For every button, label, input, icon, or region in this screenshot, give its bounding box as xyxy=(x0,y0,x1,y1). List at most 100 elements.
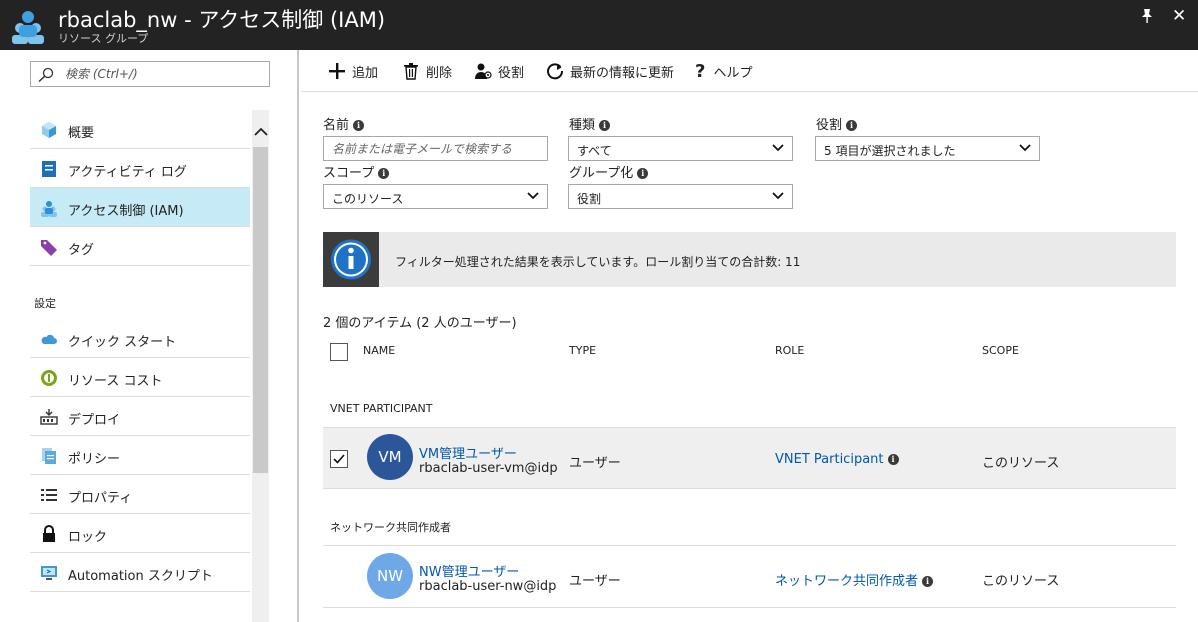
cost-icon xyxy=(41,370,57,386)
name-filter-label: 名前 i xyxy=(323,114,365,133)
nav-scrollbar-thumb[interactable] xyxy=(253,147,268,473)
info-banner: フィルター処理された結果を表示しています。ロール割り当ての合計数: 11 xyxy=(323,232,1176,287)
column-header-role[interactable]: ROLE xyxy=(775,344,804,357)
sidebar-item-automation-script[interactable]: Automation スクリプト xyxy=(30,553,250,592)
info-banner-icon-area xyxy=(323,232,379,287)
sidebar-item-label: アクセス制御 (IAM) xyxy=(68,204,184,219)
scope-value: このリソース xyxy=(982,574,1060,589)
row-checkbox[interactable] xyxy=(330,450,348,468)
column-header-type[interactable]: TYPE xyxy=(569,344,596,357)
sidebar-item-label: ポリシー xyxy=(68,452,121,467)
role-link[interactable]: ネットワーク共同作成者 i xyxy=(775,570,934,589)
info-icon: i xyxy=(887,454,899,465)
info-circle-icon xyxy=(331,239,371,280)
sidebar-item-resource-cost[interactable]: リソース コスト xyxy=(30,358,250,397)
cloud-icon xyxy=(41,334,57,344)
add-button[interactable]: 追加 xyxy=(328,60,378,82)
user-type: ユーザー xyxy=(569,574,621,589)
avatar: NW xyxy=(367,553,413,599)
policy-icon xyxy=(42,448,56,464)
info-icon: i xyxy=(846,120,858,131)
sidebar-item-access-control[interactable]: アクセス制御 (IAM) xyxy=(30,188,250,227)
page-subtitle: リソース グループ xyxy=(58,32,149,45)
sidebar-item-label: デプロイ xyxy=(68,413,121,428)
role-link[interactable]: VNET Participant i xyxy=(775,452,899,467)
roles-button[interactable]: 役割 xyxy=(474,60,524,82)
info-icon: i xyxy=(637,168,649,179)
plus-icon xyxy=(329,63,345,79)
sidebar-item-lock[interactable]: ロック xyxy=(30,514,250,553)
sidebar-item-policy[interactable]: ポリシー xyxy=(30,436,250,475)
column-header-name[interactable]: NAME xyxy=(363,344,395,357)
sidebar-item-label: タグ xyxy=(68,243,95,258)
type-dropdown[interactable]: すべて xyxy=(568,136,793,161)
scope-filter-label: スコープ i xyxy=(323,162,390,181)
info-banner-text: フィルター処理された結果を表示しています。ロール割り当ての合計数: 11 xyxy=(395,255,801,269)
search-box[interactable] xyxy=(30,61,270,87)
sidebar-item-label: クイック スタート xyxy=(68,335,177,350)
search-input[interactable] xyxy=(65,65,265,83)
chevron-down-icon xyxy=(527,192,539,200)
search-icon xyxy=(38,67,54,83)
add-label: 追加 xyxy=(352,65,379,81)
group-dropdown[interactable]: 役割 xyxy=(568,184,793,209)
sidebar-item-label: 概要 xyxy=(68,126,95,141)
table-row[interactable]: NW NW管理ユーザー rbaclab-user-nw@idp ユーザー ネット… xyxy=(323,546,1176,608)
settings-section-title: 設定 xyxy=(34,297,56,310)
group-label: ネットワーク共同作成者 xyxy=(330,521,451,534)
column-header-scope[interactable]: SCOPE xyxy=(982,344,1019,357)
chevron-down-icon xyxy=(772,192,784,200)
group-dropdown-value: 役割 xyxy=(577,192,602,206)
command-toolbar: 追加 削除 役割 最新の情報に更新 ? ヘルプ xyxy=(301,50,1198,92)
title-bar: rbaclab_nw - アクセス制御 (IAM) リソース グループ ✕ xyxy=(0,0,1198,50)
users-icon xyxy=(41,201,57,217)
sidebar-item-label: プロパティ xyxy=(68,491,133,506)
delete-button[interactable]: 削除 xyxy=(402,60,452,82)
scope-dropdown[interactable]: このリソース xyxy=(323,184,548,209)
tag-icon xyxy=(41,240,57,256)
cube-icon xyxy=(42,122,56,138)
type-dropdown-value: すべて xyxy=(577,144,612,158)
user-email: rbaclab-user-vm@idp xyxy=(419,461,558,476)
select-all-checkbox[interactable] xyxy=(330,343,348,361)
left-navigation: 概要 アクティビティ ログ アクセス制御 (IAM) タグ 設定 クイック スタ… xyxy=(0,50,299,622)
info-icon: i xyxy=(353,120,365,131)
user-name-link[interactable]: VM管理ユーザー xyxy=(419,443,517,462)
item-count: 2 個のアイテム (2 人のユーザー) xyxy=(323,316,517,331)
scroll-up-icon[interactable] xyxy=(252,122,269,146)
help-button[interactable]: ? ヘルプ xyxy=(695,60,752,82)
sidebar-item-activity-log[interactable]: アクティビティ ログ xyxy=(30,149,250,188)
sidebar-item-overview[interactable]: 概要 xyxy=(30,110,250,149)
sidebar-item-label: リソース コスト xyxy=(68,374,163,389)
sidebar-item-deploy[interactable]: デプロイ xyxy=(30,397,250,436)
info-icon: i xyxy=(378,168,390,179)
refresh-icon xyxy=(547,63,564,80)
role-filter-label: 役割 i xyxy=(816,114,858,133)
user-role-icon xyxy=(475,63,492,79)
type-filter-label: 種類 i xyxy=(569,114,611,133)
pin-icon[interactable] xyxy=(1140,8,1154,28)
name-search-input[interactable] xyxy=(324,137,547,160)
scope-value: このリソース xyxy=(982,456,1060,471)
help-icon: ? xyxy=(695,60,706,82)
sidebar-item-quickstart[interactable]: クイック スタート xyxy=(30,319,250,358)
table-row[interactable]: VM VM管理ユーザー rbaclab-user-vm@idp ユーザー VNE… xyxy=(323,427,1176,489)
sidebar-item-label: ロック xyxy=(68,530,108,545)
chevron-down-icon xyxy=(772,144,784,152)
sidebar-item-properties[interactable]: プロパティ xyxy=(30,475,250,514)
user-type: ユーザー xyxy=(569,456,621,471)
user-name-link[interactable]: NW管理ユーザー xyxy=(419,561,519,580)
refresh-label: 最新の情報に更新 xyxy=(570,65,675,81)
deploy-icon xyxy=(40,409,58,425)
name-filter[interactable] xyxy=(323,136,548,161)
sidebar-item-label: アクティビティ ログ xyxy=(68,165,187,180)
refresh-button[interactable]: 最新の情報に更新 xyxy=(546,60,674,82)
role-dropdown[interactable]: 5 項目が選択されました xyxy=(815,136,1040,161)
activity-log-icon xyxy=(42,161,56,177)
sidebar-item-label: Automation スクリプト xyxy=(68,569,213,584)
automation-icon xyxy=(41,566,57,580)
sidebar-item-tags[interactable]: タグ xyxy=(30,227,250,266)
properties-icon xyxy=(41,489,57,501)
close-icon[interactable]: ✕ xyxy=(1172,6,1186,26)
delete-label: 削除 xyxy=(426,65,453,81)
